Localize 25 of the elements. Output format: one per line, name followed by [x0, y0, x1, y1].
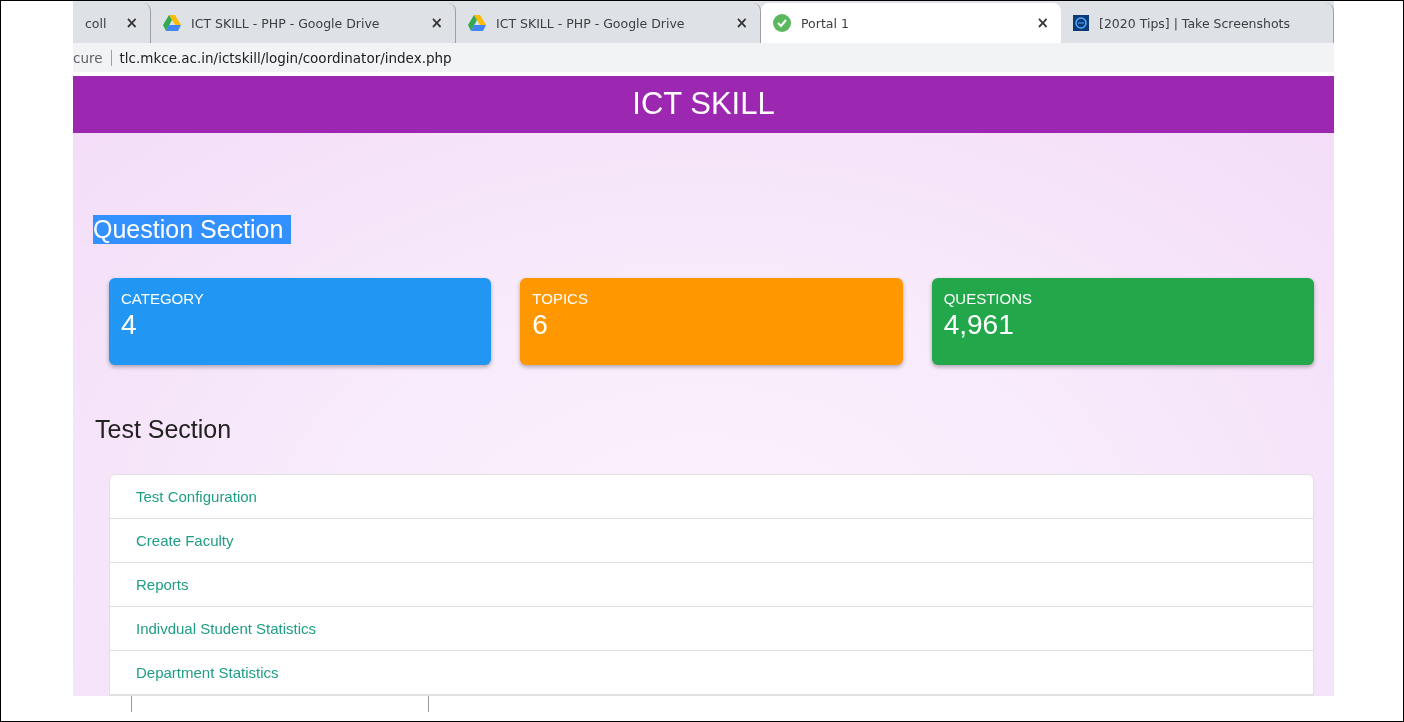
close-icon[interactable]: × [1036, 14, 1049, 33]
close-icon[interactable]: × [125, 14, 138, 33]
stat-label: QUESTIONS [943, 290, 1033, 307]
stat-value: 6 [532, 309, 549, 341]
browser-tab[interactable]: Portal 1 × [761, 3, 1061, 44]
tab-title: [2020 Tips] | Take Screenshots [1099, 15, 1292, 31]
tab-title: Portal 1 [801, 15, 850, 31]
stat-label: TOPICS [532, 290, 589, 307]
drive-icon [468, 15, 486, 32]
tab-title: coll [85, 15, 108, 31]
site-icon [1073, 15, 1089, 32]
tab-title: ICT SKILL - PHP - Google Drive [496, 15, 686, 31]
tab-title: ICT SKILL - PHP - Google Drive [191, 15, 381, 31]
stat-value: 4 [121, 309, 138, 341]
stat-label: CATEGORY [121, 290, 205, 307]
security-label: cure [73, 49, 103, 66]
section-title: Question Section [93, 215, 292, 244]
stat-value: 4,961 [943, 309, 1015, 341]
drive-icon [163, 15, 181, 32]
section-title: Test Section [95, 415, 233, 444]
close-icon[interactable]: × [735, 14, 748, 33]
close-icon[interactable]: × [430, 14, 443, 33]
url-text[interactable]: tlc.mkce.ac.in/ictskill/login/coordinator/index.php [119, 49, 452, 66]
check-icon [773, 14, 791, 33]
app-title: ICT SKILL [632, 86, 775, 123]
